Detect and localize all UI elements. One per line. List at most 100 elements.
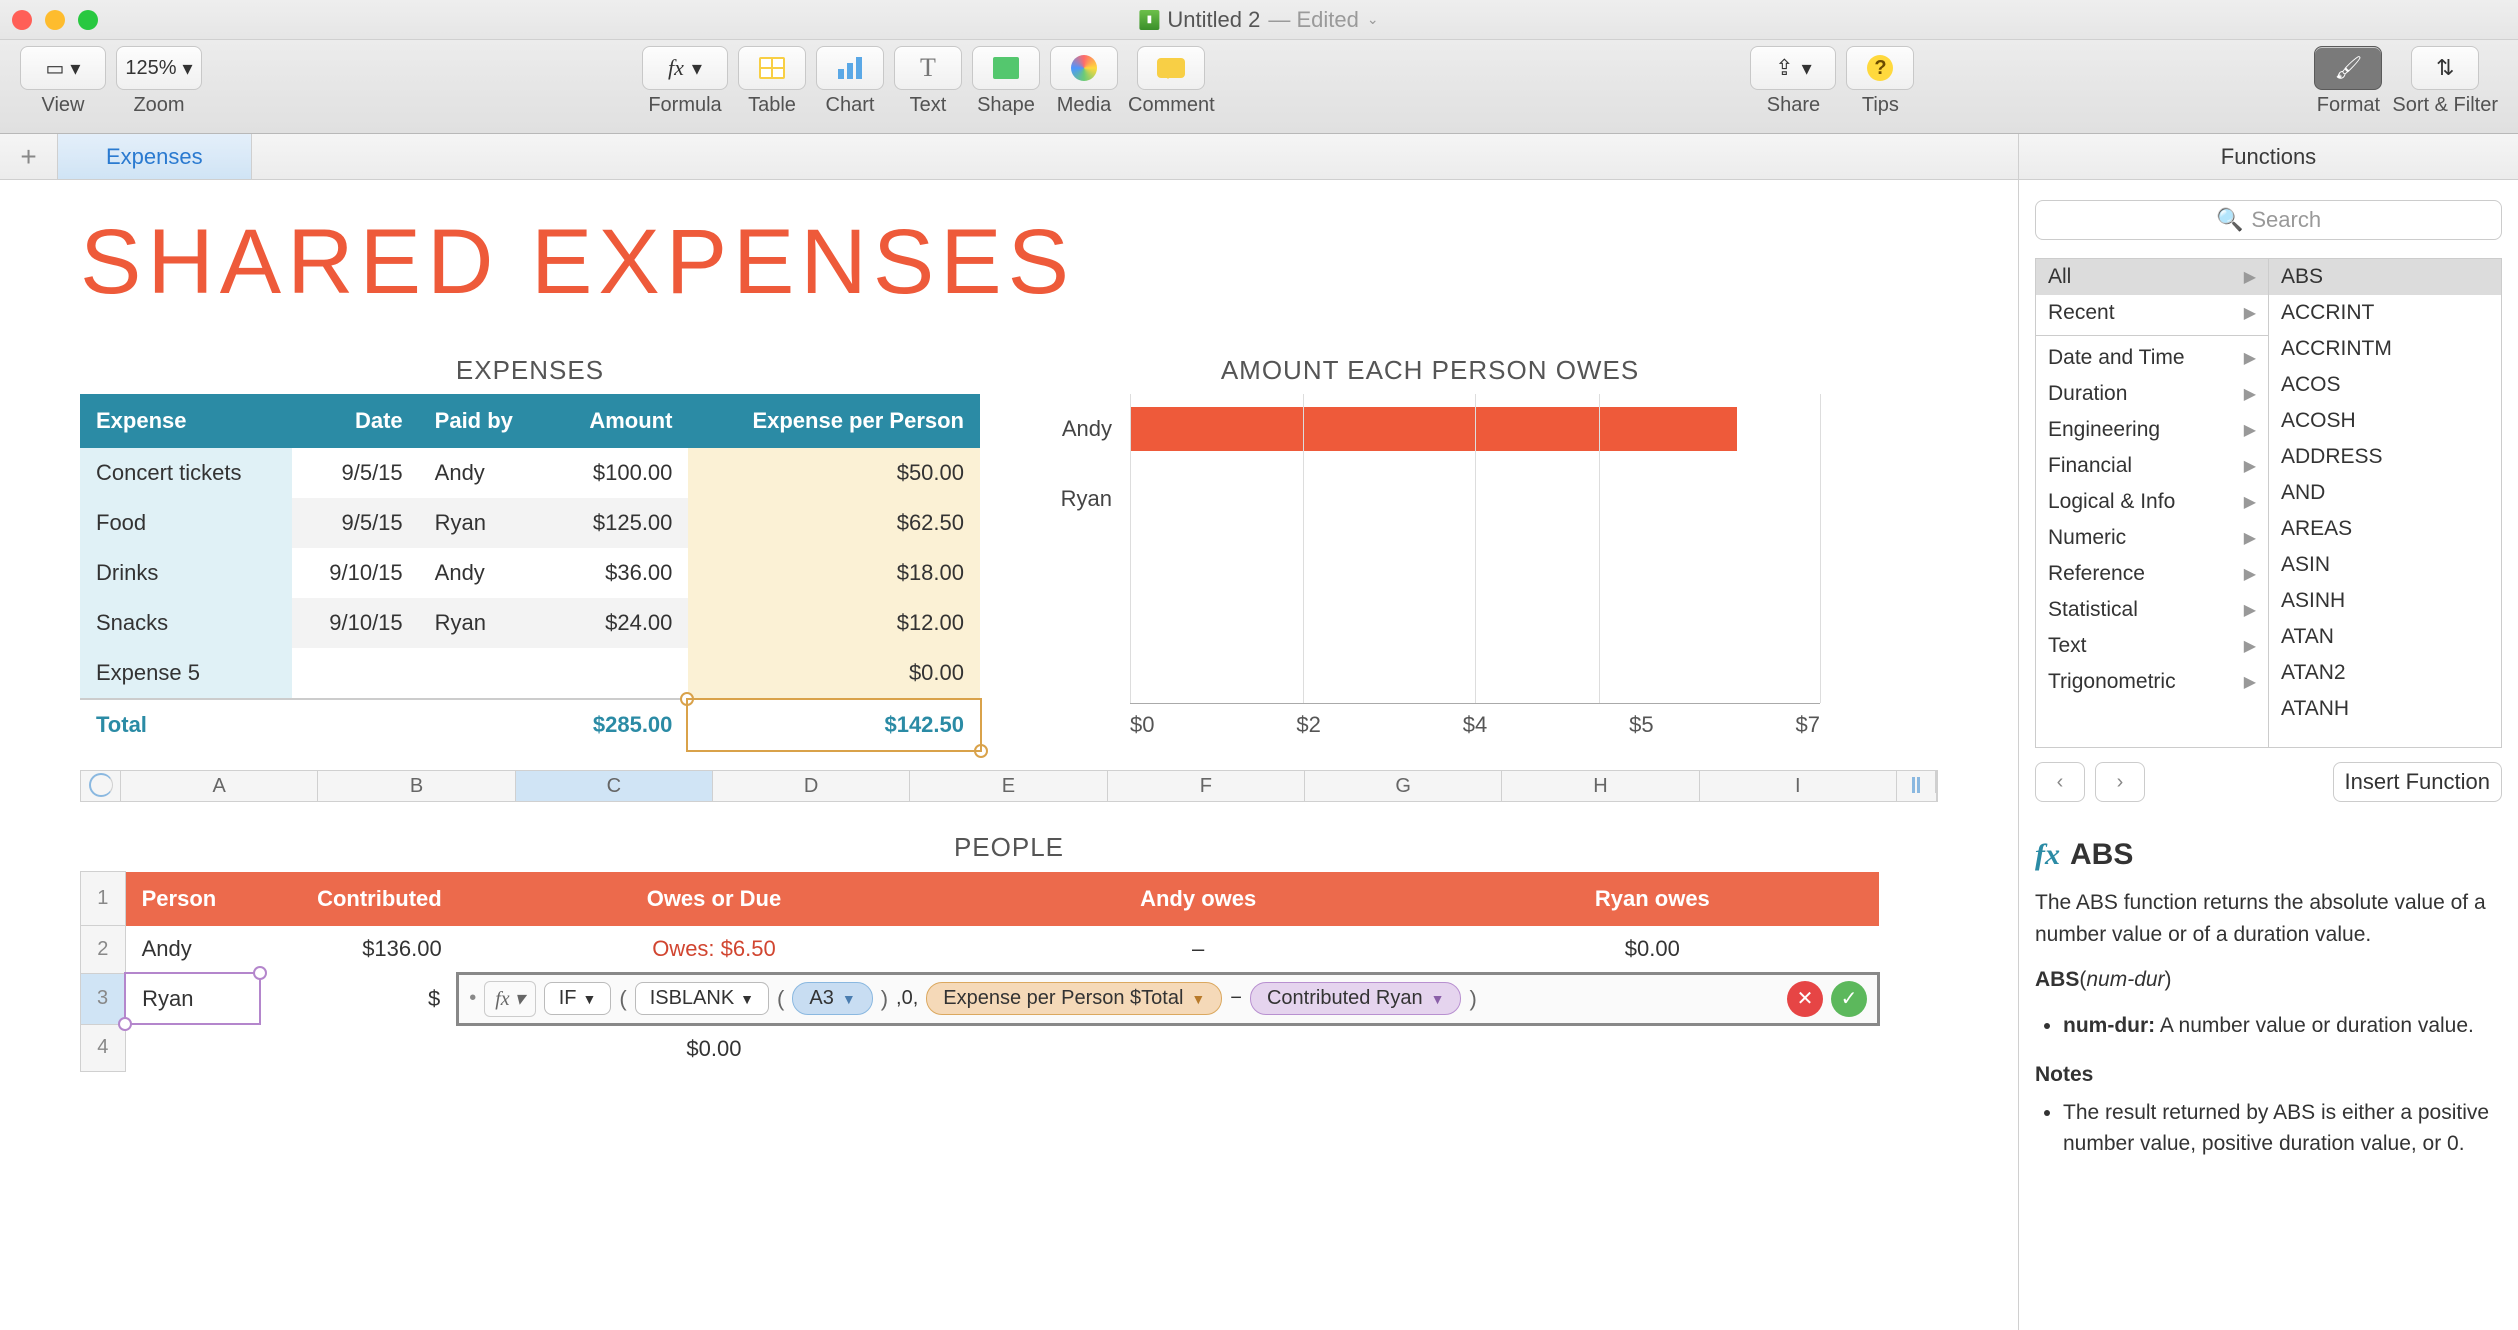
cell[interactable]: Expense 5 (80, 648, 292, 699)
category-list[interactable]: All▶ Recent▶ Date and Time▶ Duration▶ En… (2036, 259, 2269, 747)
close-window-button[interactable] (12, 10, 32, 30)
cell[interactable]: 9/5/15 (292, 498, 418, 548)
fullscreen-window-button[interactable] (78, 10, 98, 30)
col-epp[interactable]: Expense per Person (688, 394, 980, 448)
col-amount[interactable]: Amount (551, 394, 689, 448)
cell[interactable]: Drinks (80, 548, 292, 598)
col-header[interactable]: E (910, 771, 1107, 801)
row-header[interactable]: 2 (81, 926, 126, 974)
category-item[interactable]: Reference▶ (2036, 556, 2268, 592)
cell[interactable] (551, 648, 689, 699)
cell[interactable]: $18.00 (688, 548, 980, 598)
function-item[interactable]: ADDRESS (2269, 439, 2501, 475)
cell[interactable] (292, 648, 418, 699)
ref-token-epp[interactable]: Expense per Person $Total▼ (926, 982, 1222, 1015)
cell[interactable]: 9/10/15 (292, 548, 418, 598)
expenses-table[interactable]: Expense Date Paid by Amount Expense per … (80, 394, 980, 750)
function-item[interactable]: ACCRINTM (2269, 331, 2501, 367)
cell[interactable]: 9/5/15 (292, 448, 418, 498)
row-header[interactable]: 4 (81, 1024, 126, 1072)
category-item[interactable]: Trigonometric▶ (2036, 664, 2268, 700)
row-header-selected[interactable]: 3 (81, 973, 126, 1024)
nav-back-button[interactable]: ‹ (2035, 762, 2085, 802)
zoom-select[interactable]: 125%▾ (116, 46, 202, 90)
ref-token[interactable]: A3▼ (792, 982, 872, 1015)
cell[interactable]: $0.00 (688, 648, 980, 699)
shape-button[interactable] (972, 46, 1040, 90)
cell[interactable] (970, 1024, 1426, 1072)
col-person[interactable]: Person (125, 872, 260, 926)
comment-button[interactable] (1137, 46, 1205, 90)
category-item[interactable]: Financial▶ (2036, 448, 2268, 484)
col-contrib[interactable]: Contributed (260, 872, 458, 926)
text-button[interactable]: T (894, 46, 962, 90)
nav-forward-button[interactable]: › (2095, 762, 2145, 802)
col-header[interactable]: F (1108, 771, 1305, 801)
cell[interactable]: Andy (419, 448, 551, 498)
col-owes[interactable]: Owes or Due (458, 872, 970, 926)
cell[interactable]: $62.50 (688, 498, 980, 548)
col-header[interactable]: A (121, 771, 318, 801)
selection-handle[interactable] (974, 744, 988, 758)
category-item[interactable]: Engineering▶ (2036, 412, 2268, 448)
cell[interactable] (125, 1024, 260, 1072)
cell[interactable]: $0.00 (1426, 926, 1878, 974)
add-sheet-button[interactable]: + (0, 134, 58, 179)
table-button[interactable] (738, 46, 806, 90)
format-button[interactable]: 🖌 (2314, 46, 2382, 90)
minimize-window-button[interactable] (45, 10, 65, 30)
col-header-selected[interactable]: C (516, 771, 713, 801)
people-table[interactable]: 1 Person Contributed Owes or Due Andy ow… (80, 871, 1880, 1072)
canvas[interactable]: SHARED EXPENSES EXPENSES Expense Date Pa… (0, 180, 2018, 1330)
cell[interactable]: Andy (125, 926, 260, 974)
cell[interactable]: Snacks (80, 598, 292, 648)
tab-expenses[interactable]: Expenses (58, 134, 252, 179)
category-item[interactable]: Numeric▶ (2036, 520, 2268, 556)
confirm-formula-button[interactable]: ✓ (1831, 981, 1867, 1017)
view-button[interactable]: ▭ ▾ (20, 46, 106, 90)
row-header[interactable]: 1 (81, 872, 126, 926)
col-expense[interactable]: Expense (80, 394, 292, 448)
function-item[interactable]: AND (2269, 475, 2501, 511)
cell[interactable] (419, 648, 551, 699)
function-list[interactable]: ABS ACCRINT ACCRINTM ACOS ACOSH ADDRESS … (2269, 259, 2501, 747)
cell[interactable]: Owes: $6.50 (458, 926, 970, 974)
ref-token-contrib[interactable]: Contributed Ryan▼ (1250, 982, 1462, 1015)
window-title[interactable]: ▮ Untitled 2 — Edited ⌄ (1139, 7, 1378, 33)
insert-function-button[interactable]: Insert Function (2333, 762, 2503, 802)
col-header[interactable]: D (713, 771, 910, 801)
function-item[interactable]: ATAN2 (2269, 655, 2501, 691)
cell[interactable]: $136.00 (260, 926, 458, 974)
share-button[interactable]: ⇪▾ (1750, 46, 1836, 90)
table-corner-left[interactable] (81, 771, 121, 801)
cell[interactable] (1426, 1024, 1878, 1072)
col-header[interactable]: H (1502, 771, 1699, 801)
formula-editing-cell[interactable]: • fx ▾ IF▼ ( ISBLANK▼ ( A3▼ ) ,0, Expens… (458, 973, 1879, 1024)
cell[interactable]: $0.00 (458, 1024, 970, 1072)
cell[interactable]: – (970, 926, 1426, 974)
cell[interactable]: $100.00 (551, 448, 689, 498)
function-item[interactable]: AREAS (2269, 511, 2501, 547)
category-all[interactable]: All▶ (2036, 259, 2268, 295)
bar-andy[interactable] (1130, 407, 1737, 451)
cell[interactable]: Andy (419, 548, 551, 598)
category-recent[interactable]: Recent▶ (2036, 295, 2268, 331)
total-label[interactable]: Total (80, 699, 292, 750)
total-epp-selected[interactable]: $142.50 (688, 699, 980, 750)
table-corner-right[interactable] (1897, 771, 1937, 801)
category-item[interactable]: Date and Time▶ (2036, 340, 2268, 376)
function-item[interactable]: ATAN (2269, 619, 2501, 655)
cell-selected[interactable]: Ryan (125, 973, 260, 1024)
col-header[interactable]: B (318, 771, 515, 801)
fn-isblank[interactable]: ISBLANK▼ (635, 982, 769, 1015)
category-item[interactable]: Logical & Info▶ (2036, 484, 2268, 520)
cell[interactable]: $12.00 (688, 598, 980, 648)
bar-chart[interactable]: Andy Ryan (1130, 394, 1820, 704)
function-abs[interactable]: ABS (2269, 259, 2501, 295)
function-item[interactable]: ACCRINT (2269, 295, 2501, 331)
col-header[interactable]: G (1305, 771, 1502, 801)
cell[interactable] (260, 1024, 458, 1072)
cell[interactable]: Concert tickets (80, 448, 292, 498)
cancel-formula-button[interactable]: ✕ (1787, 981, 1823, 1017)
col-ryan-owes[interactable]: Ryan owes (1426, 872, 1878, 926)
